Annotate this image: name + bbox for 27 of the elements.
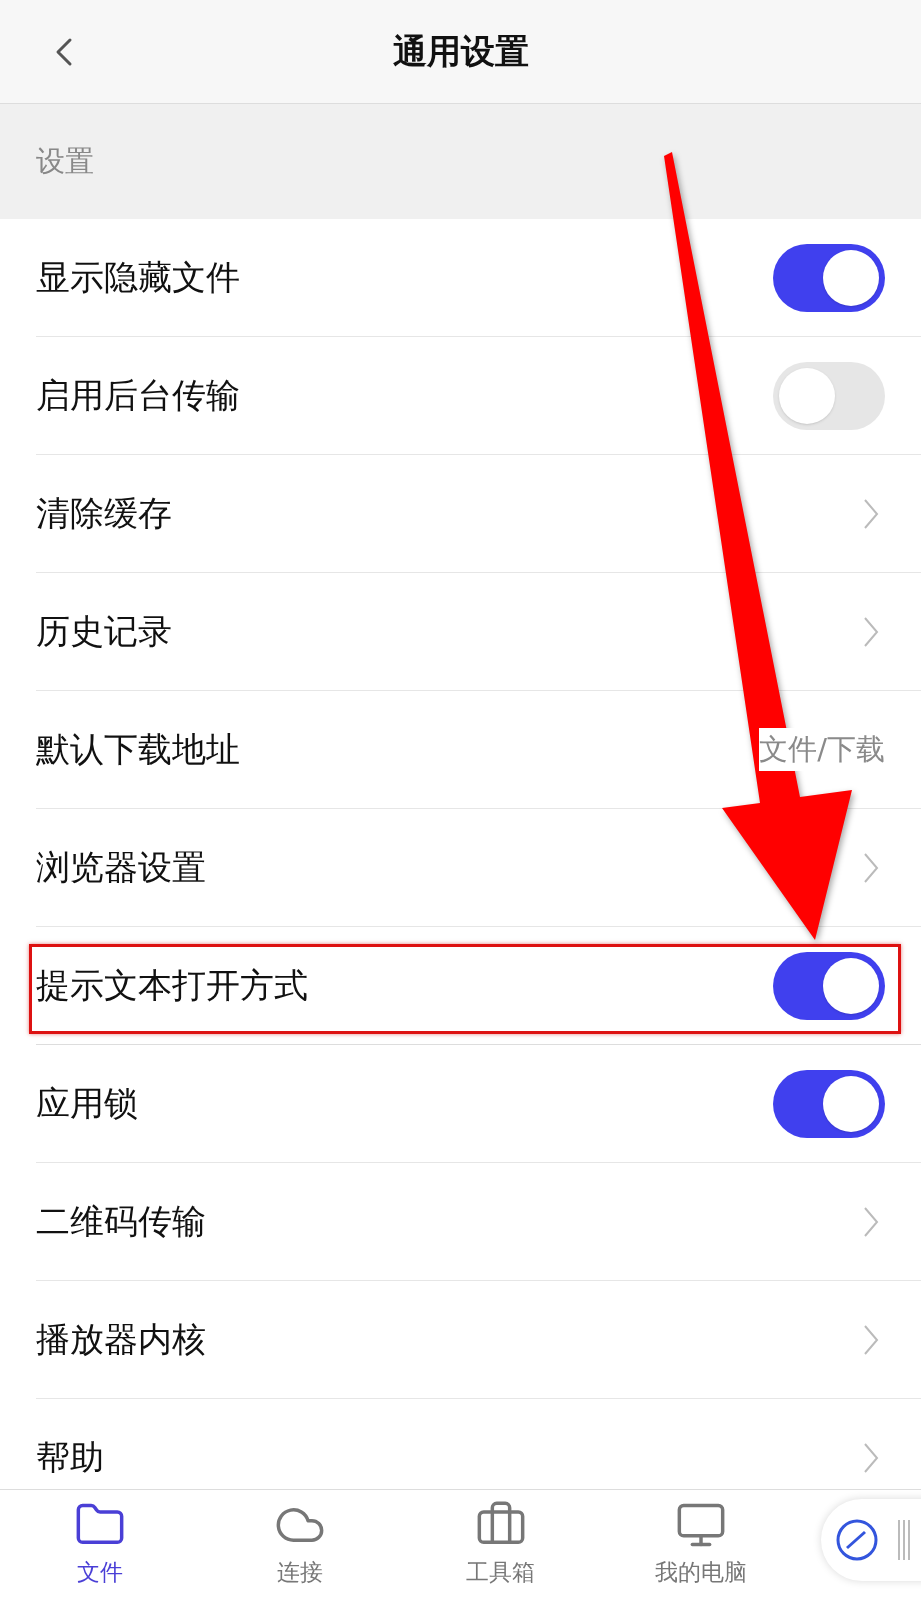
grip-icon bbox=[897, 1520, 911, 1560]
tab[interactable]: 连接 bbox=[200, 1490, 401, 1599]
row-label[interactable]: 提示文本打开方式 bbox=[36, 960, 308, 1011]
row-value: 文件/下载 bbox=[759, 727, 885, 772]
tab[interactable]: 工具箱 bbox=[400, 1490, 601, 1599]
row-label[interactable]: 清除缓存 bbox=[36, 488, 172, 539]
row-label[interactable]: 显示隐藏文件 bbox=[36, 252, 240, 303]
floating-button[interactable] bbox=[821, 1499, 921, 1581]
chevron-right-icon bbox=[863, 1441, 879, 1474]
compass-icon bbox=[835, 1518, 879, 1562]
row-label[interactable]: 帮助 bbox=[36, 1432, 104, 1483]
row-label[interactable]: 默认下载地址 bbox=[36, 724, 240, 775]
page-title: 通用设置 bbox=[392, 30, 529, 73]
tab[interactable]: 文件 bbox=[0, 1490, 201, 1599]
chevron-right-icon bbox=[863, 1205, 879, 1238]
row-label[interactable]: 应用锁 bbox=[36, 1078, 138, 1129]
row-label[interactable]: 二维码传输 bbox=[36, 1196, 206, 1247]
chevron-right-icon bbox=[863, 1323, 879, 1356]
row-label[interactable]: 历史记录 bbox=[36, 606, 172, 657]
row-label[interactable]: 启用后台传输 bbox=[36, 370, 240, 421]
section-label: 设置 bbox=[36, 142, 94, 180]
tab[interactable]: 我的电脑 bbox=[600, 1490, 801, 1599]
row-label[interactable]: 播放器内核 bbox=[36, 1314, 206, 1365]
chevron-right-icon bbox=[863, 851, 879, 884]
chevron-right-icon bbox=[863, 497, 879, 530]
row-label[interactable]: 浏览器设置 bbox=[36, 842, 206, 893]
chevron-right-icon bbox=[863, 615, 879, 648]
